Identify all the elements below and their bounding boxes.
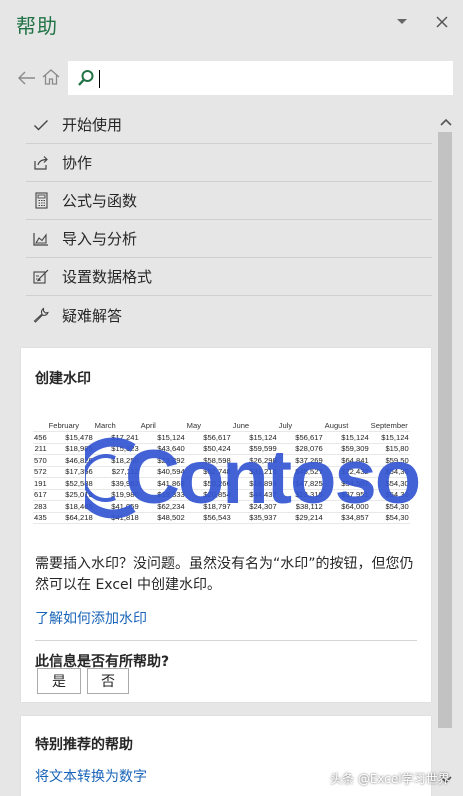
arrow-left-icon [18, 70, 36, 89]
topic-import-analyze[interactable]: 导入与分析 [26, 220, 432, 258]
contoso-watermark: Contoso [85, 428, 419, 528]
chart-area-icon [32, 230, 50, 248]
chevron-up-icon [440, 111, 452, 130]
search-icon [77, 69, 95, 87]
topic-label: 开始使用 [62, 116, 123, 134]
help-pane-header: 帮助 [0, 0, 463, 52]
watermark-text: Contoso [125, 435, 419, 520]
card-description: 需要插入水印？没问题。虽然没有名为“水印”的按钮，但您仍然可以在 Excel 中… [35, 556, 414, 593]
learn-watermark-link[interactable]: 了解如何添加水印 [35, 608, 147, 628]
topic-label: 疑难解答 [62, 306, 123, 325]
close-icon [436, 16, 448, 28]
illustration-cell: 572 [33, 466, 48, 478]
pane-options-button[interactable] [388, 8, 416, 36]
illustration-cell: 211 [33, 443, 48, 455]
source-credit: 头条 @Excel学习世界 [330, 772, 450, 786]
topic-getting-started[interactable]: 开始使用 [26, 106, 432, 144]
back-button[interactable] [16, 68, 38, 90]
scrollbar-thumb[interactable] [438, 132, 452, 728]
illustration-cell: 456 [33, 431, 48, 444]
share-icon [32, 154, 50, 172]
topic-label: 设置数据格式 [62, 268, 153, 286]
card-title: 创建水印 [35, 371, 91, 387]
topic-label: 公式与函数 [62, 192, 138, 210]
watermark-help-card: 创建水印 February March April May June July … [21, 348, 431, 702]
text-caret [99, 70, 100, 88]
illustration-cell: 191 [33, 477, 48, 490]
help-content[interactable]: 开始使用 协作 公式与函数 导入与分析 设置数据格式 疑难解答 创建水印 Feb… [0, 106, 463, 796]
topic-troubleshooting[interactable]: 疑难解答 [26, 296, 432, 334]
checkmark-icon [32, 116, 50, 134]
illustration-cell: 435 [33, 512, 48, 524]
topic-label: 协作 [62, 154, 93, 172]
convert-text-to-number-link[interactable]: 将文本转换为数字 [35, 766, 147, 786]
scroll-up-button[interactable] [436, 110, 456, 130]
illustration-cell: 617 [33, 489, 48, 501]
home-icon [42, 69, 60, 89]
feedback-no-button[interactable]: 否 [87, 668, 129, 694]
illustration-cell: 283 [33, 500, 48, 513]
home-button[interactable] [40, 68, 62, 90]
topic-collaborate[interactable]: 协作 [26, 144, 432, 182]
topic-formulas-functions[interactable]: 公式与函数 [26, 182, 432, 220]
search-input[interactable] [103, 64, 433, 92]
search-row [0, 56, 463, 100]
chevron-down-icon [396, 18, 408, 26]
card-title: 特别推荐的帮助 [35, 737, 133, 753]
watermark-illustration: February March April May June July Augus… [33, 420, 419, 542]
format-edit-icon [32, 268, 50, 286]
feedback-yes-button[interactable]: 是 [37, 668, 81, 694]
calculator-icon [32, 192, 50, 210]
divider [35, 640, 417, 641]
illustration-cell: 570 [33, 454, 48, 467]
pane-title: 帮助 [16, 14, 58, 38]
wrench-icon [32, 306, 50, 324]
vertical-scrollbar[interactable] [436, 106, 456, 796]
close-pane-button[interactable] [428, 8, 456, 36]
topic-format-data[interactable]: 设置数据格式 [26, 258, 432, 296]
search-box[interactable] [68, 61, 453, 95]
topic-label: 导入与分析 [62, 230, 138, 248]
topic-list: 开始使用 协作 公式与函数 导入与分析 设置数据格式 疑难解答 [26, 106, 432, 334]
